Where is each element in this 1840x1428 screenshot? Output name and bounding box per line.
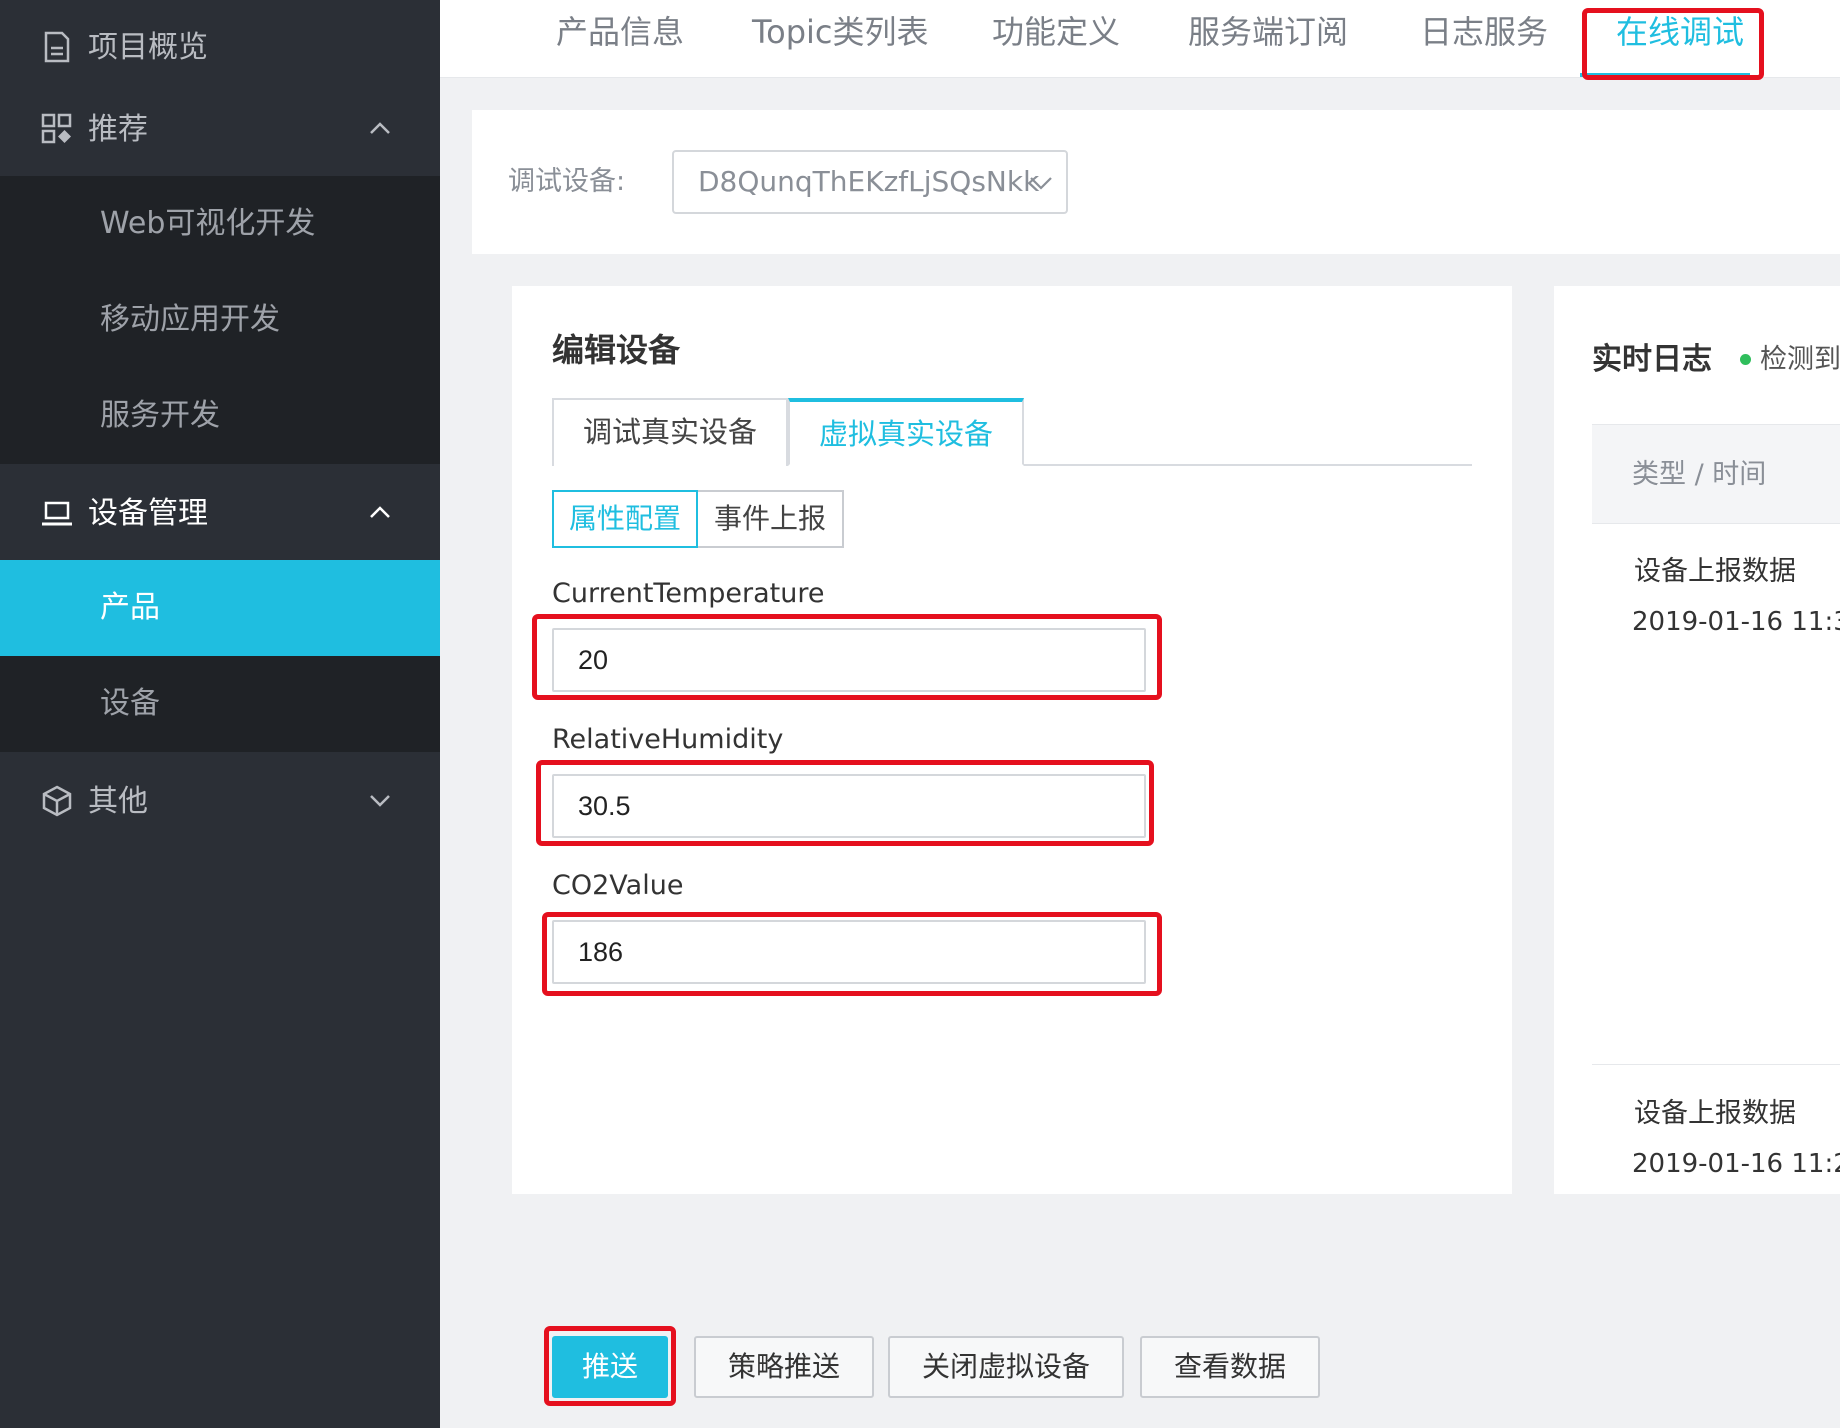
sidebar-item-recommend[interactable]: 推荐 <box>0 82 440 178</box>
sidebar-item-mobile-app[interactable]: 移动应用开发 <box>0 272 440 368</box>
highlight-online-debug-tab <box>1582 8 1764 80</box>
cube-icon <box>42 785 72 817</box>
strategy-push-button[interactable]: 策略推送 <box>694 1336 874 1398</box>
segment-event-report[interactable]: 事件上报 <box>698 490 844 548</box>
chevron-down-icon <box>1030 177 1052 190</box>
sidebar-item-device-management[interactable]: 设备管理 <box>0 466 440 562</box>
chevron-up-icon <box>370 506 390 518</box>
debug-device-select[interactable]: D8QunqThEKzfLjSQsNkk <box>672 150 1068 214</box>
log-entry-type: 设备上报数据 <box>1634 556 1796 587</box>
log-divider <box>1592 1064 1840 1065</box>
sidebar-item-web-visual[interactable]: Web可视化开发 <box>0 176 440 272</box>
recommend-submenu: Web可视化开发 移动应用开发 服务开发 <box>0 176 440 464</box>
sidebar-item-device[interactable]: 设备 <box>0 656 440 752</box>
sidebar-item-label: 产品 <box>100 590 160 625</box>
sidebar-item-label: 移动应用开发 <box>100 302 280 337</box>
tab-log-service[interactable]: 日志服务 <box>1420 10 1548 54</box>
debug-device-value: D8QunqThEKzfLjSQsNkk <box>698 165 1040 198</box>
edit-device-title: 编辑设备 <box>552 331 681 369</box>
sidebar-item-label: 设备管理 <box>88 496 208 531</box>
device-submenu: 产品 设备 <box>0 560 440 752</box>
realtime-log-card: 实时日志 检测到 类型 / 时间 设备上报数据 2019-01-16 11:3 … <box>1554 286 1840 1194</box>
log-table-header: 类型 / 时间 <box>1592 424 1840 524</box>
sidebar-item-product[interactable]: 产品 <box>0 560 440 656</box>
highlight-co2-value <box>542 912 1162 996</box>
log-entry-time: 2019-01-16 11:3 <box>1632 607 1840 637</box>
chevron-up-icon <box>370 122 390 134</box>
edit-device-card: 编辑设备 调试真实设备 虚拟真实设备 属性配置 事件上报 CurrentTemp… <box>512 286 1512 1194</box>
laptop-icon <box>42 501 72 526</box>
segment-property-config[interactable]: 属性配置 <box>552 490 698 548</box>
sidebar-item-label: 项目概览 <box>88 30 208 65</box>
view-data-button[interactable]: 查看数据 <box>1140 1336 1320 1398</box>
sidebar-item-label: 推荐 <box>88 112 148 147</box>
tab-function-definition[interactable]: 功能定义 <box>992 10 1120 54</box>
close-virtual-device-button[interactable]: 关闭虚拟设备 <box>888 1336 1124 1398</box>
grid-icon <box>41 113 72 144</box>
sidebar-item-other[interactable]: 其他 <box>0 754 440 850</box>
sidebar-item-label: 服务开发 <box>100 398 220 433</box>
relative-humidity-label: RelativeHumidity <box>552 724 784 755</box>
highlight-current-temperature <box>532 614 1162 700</box>
tab-topic-list[interactable]: Topic类列表 <box>752 10 929 54</box>
log-status-text: 检测到 <box>1760 344 1840 375</box>
co2-value-label: CO2Value <box>552 870 684 901</box>
tab-debug-real-device[interactable]: 调试真实设备 <box>552 398 788 466</box>
sidebar-item-label: 其他 <box>88 784 148 819</box>
realtime-log-title: 实时日志 <box>1592 342 1712 377</box>
sidebar-item-label: 设备 <box>100 686 160 721</box>
document-icon <box>44 31 70 63</box>
tab-virtual-real-device[interactable]: 虚拟真实设备 <box>788 398 1024 466</box>
chevron-down-icon <box>370 795 390 807</box>
log-column-type-time: 类型 / 时间 <box>1632 459 1767 490</box>
debug-device-label: 调试设备: <box>508 166 626 197</box>
sidebar: 项目概览 推荐 Web可视化开发 移动应用开发 服务开发 设备管理 产品 设备 … <box>0 0 440 1428</box>
status-dot-icon <box>1740 354 1751 365</box>
main-content: 产品信息 Topic类列表 功能定义 服务端订阅 日志服务 在线调试 调试设备:… <box>440 0 1840 1428</box>
tab-product-info[interactable]: 产品信息 <box>556 10 684 54</box>
sidebar-item-service-dev[interactable]: 服务开发 <box>0 368 440 464</box>
log-entry-type: 设备上报数据 <box>1634 1098 1796 1129</box>
log-entry-time: 2019-01-16 11:2 <box>1632 1149 1840 1179</box>
debug-device-bar: 调试设备: D8QunqThEKzfLjSQsNkk <box>472 110 1840 254</box>
highlight-relative-humidity <box>536 760 1154 846</box>
tab-server-subscription[interactable]: 服务端订阅 <box>1188 10 1348 54</box>
highlight-push-button <box>544 1326 676 1406</box>
sidebar-item-label: Web可视化开发 <box>100 206 316 241</box>
current-temperature-label: CurrentTemperature <box>552 578 825 609</box>
